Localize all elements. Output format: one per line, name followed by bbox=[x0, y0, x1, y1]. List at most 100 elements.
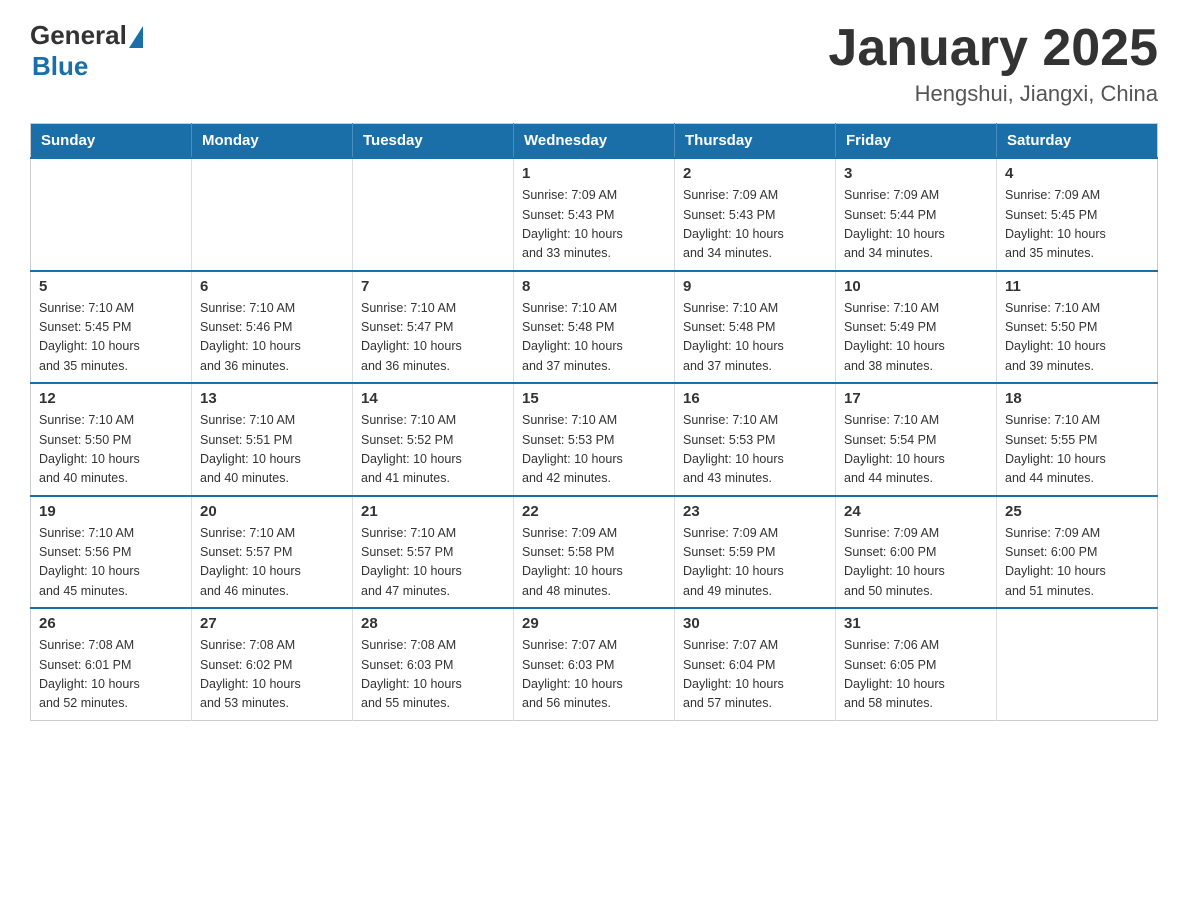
day-info: Sunrise: 7:08 AM Sunset: 6:01 PM Dayligh… bbox=[39, 636, 183, 714]
day-number: 5 bbox=[39, 278, 183, 295]
day-info: Sunrise: 7:09 AM Sunset: 5:45 PM Dayligh… bbox=[1005, 186, 1149, 264]
day-info: Sunrise: 7:09 AM Sunset: 5:44 PM Dayligh… bbox=[844, 186, 988, 264]
day-info: Sunrise: 7:10 AM Sunset: 5:46 PM Dayligh… bbox=[200, 299, 344, 377]
calendar-header-thursday: Thursday bbox=[675, 124, 836, 159]
day-info: Sunrise: 7:10 AM Sunset: 5:57 PM Dayligh… bbox=[361, 524, 505, 602]
calendar-cell: 23 Sunrise: 7:09 AM Sunset: 5:59 PM Dayli… bbox=[675, 496, 836, 609]
day-number: 30 bbox=[683, 615, 827, 632]
day-number: 12 bbox=[39, 390, 183, 407]
day-number: 7 bbox=[361, 278, 505, 295]
day-info: Sunrise: 7:10 AM Sunset: 5:53 PM Dayligh… bbox=[683, 411, 827, 489]
day-info: Sunrise: 7:10 AM Sunset: 5:54 PM Dayligh… bbox=[844, 411, 988, 489]
day-number: 1 bbox=[522, 165, 666, 182]
calendar-cell: 5 Sunrise: 7:10 AM Sunset: 5:45 PM Daylig… bbox=[31, 271, 192, 384]
day-number: 19 bbox=[39, 503, 183, 520]
calendar-cell: 31Sunrise: 7:06 AM Sunset: 6:05 PM Dayli… bbox=[836, 608, 997, 720]
day-info: Sunrise: 7:09 AM Sunset: 5:43 PM Dayligh… bbox=[522, 186, 666, 264]
day-info: Sunrise: 7:09 AM Sunset: 6:00 PM Dayligh… bbox=[1005, 524, 1149, 602]
calendar-header-tuesday: Tuesday bbox=[353, 124, 514, 159]
title-area: January 2025 Hengshui, Jiangxi, China bbox=[828, 20, 1158, 107]
calendar-cell: 19 Sunrise: 7:10 AM Sunset: 5:56 PM Dayli… bbox=[31, 496, 192, 609]
day-number: 26 bbox=[39, 615, 183, 632]
logo-blue-text: Blue bbox=[32, 51, 88, 82]
day-number: 24 bbox=[844, 503, 988, 520]
logo-triangle-icon bbox=[129, 26, 143, 48]
day-info: Sunrise: 7:07 AM Sunset: 6:04 PM Dayligh… bbox=[683, 636, 827, 714]
day-number: 22 bbox=[522, 503, 666, 520]
day-number: 18 bbox=[1005, 390, 1149, 407]
day-number: 31 bbox=[844, 615, 988, 632]
calendar-title: January 2025 bbox=[828, 20, 1158, 77]
day-info: Sunrise: 7:10 AM Sunset: 5:50 PM Dayligh… bbox=[39, 411, 183, 489]
day-info: Sunrise: 7:09 AM Sunset: 6:00 PM Dayligh… bbox=[844, 524, 988, 602]
calendar-cell: 1 Sunrise: 7:09 AM Sunset: 5:43 PM Daylig… bbox=[514, 158, 675, 271]
day-number: 4 bbox=[1005, 165, 1149, 182]
day-info: Sunrise: 7:10 AM Sunset: 5:51 PM Dayligh… bbox=[200, 411, 344, 489]
calendar-cell: 14 Sunrise: 7:10 AM Sunset: 5:52 PM Dayli… bbox=[353, 383, 514, 496]
calendar-cell bbox=[353, 158, 514, 271]
calendar-cell: 26 Sunrise: 7:08 AM Sunset: 6:01 PM Dayli… bbox=[31, 608, 192, 720]
calendar-cell: 12 Sunrise: 7:10 AM Sunset: 5:50 PM Dayli… bbox=[31, 383, 192, 496]
day-info: Sunrise: 7:08 AM Sunset: 6:02 PM Dayligh… bbox=[200, 636, 344, 714]
day-info: Sunrise: 7:10 AM Sunset: 5:57 PM Dayligh… bbox=[200, 524, 344, 602]
day-number: 17 bbox=[844, 390, 988, 407]
calendar-header-friday: Friday bbox=[836, 124, 997, 159]
calendar-cell: 11Sunrise: 7:10 AM Sunset: 5:50 PM Dayli… bbox=[997, 271, 1158, 384]
calendar-week-5: 26 Sunrise: 7:08 AM Sunset: 6:01 PM Dayli… bbox=[31, 608, 1158, 720]
day-number: 23 bbox=[683, 503, 827, 520]
calendar-cell: 27 Sunrise: 7:08 AM Sunset: 6:02 PM Dayli… bbox=[192, 608, 353, 720]
calendar-subtitle: Hengshui, Jiangxi, China bbox=[828, 81, 1158, 107]
calendar-header-monday: Monday bbox=[192, 124, 353, 159]
day-info: Sunrise: 7:10 AM Sunset: 5:56 PM Dayligh… bbox=[39, 524, 183, 602]
calendar-cell bbox=[192, 158, 353, 271]
calendar-week-2: 5 Sunrise: 7:10 AM Sunset: 5:45 PM Daylig… bbox=[31, 271, 1158, 384]
day-info: Sunrise: 7:10 AM Sunset: 5:50 PM Dayligh… bbox=[1005, 299, 1149, 377]
day-number: 20 bbox=[200, 503, 344, 520]
page-header: General Blue January 2025 Hengshui, Jian… bbox=[30, 20, 1158, 107]
calendar-cell: 8Sunrise: 7:10 AM Sunset: 5:48 PM Daylig… bbox=[514, 271, 675, 384]
day-number: 16 bbox=[683, 390, 827, 407]
calendar-header-row: SundayMondayTuesdayWednesdayThursdayFrid… bbox=[31, 124, 1158, 159]
calendar-cell: 4 Sunrise: 7:09 AM Sunset: 5:45 PM Daylig… bbox=[997, 158, 1158, 271]
day-info: Sunrise: 7:10 AM Sunset: 5:45 PM Dayligh… bbox=[39, 299, 183, 377]
day-info: Sunrise: 7:10 AM Sunset: 5:48 PM Dayligh… bbox=[683, 299, 827, 377]
day-info: Sunrise: 7:10 AM Sunset: 5:52 PM Dayligh… bbox=[361, 411, 505, 489]
calendar-cell: 29 Sunrise: 7:07 AM Sunset: 6:03 PM Dayli… bbox=[514, 608, 675, 720]
calendar-cell: 22 Sunrise: 7:09 AM Sunset: 5:58 PM Dayli… bbox=[514, 496, 675, 609]
day-number: 13 bbox=[200, 390, 344, 407]
day-info: Sunrise: 7:08 AM Sunset: 6:03 PM Dayligh… bbox=[361, 636, 505, 714]
day-number: 25 bbox=[1005, 503, 1149, 520]
day-number: 21 bbox=[361, 503, 505, 520]
day-number: 14 bbox=[361, 390, 505, 407]
calendar-cell: 2Sunrise: 7:09 AM Sunset: 5:43 PM Daylig… bbox=[675, 158, 836, 271]
day-info: Sunrise: 7:09 AM Sunset: 5:58 PM Dayligh… bbox=[522, 524, 666, 602]
calendar-week-1: 1 Sunrise: 7:09 AM Sunset: 5:43 PM Daylig… bbox=[31, 158, 1158, 271]
day-info: Sunrise: 7:10 AM Sunset: 5:49 PM Dayligh… bbox=[844, 299, 988, 377]
calendar-table: SundayMondayTuesdayWednesdayThursdayFrid… bbox=[30, 123, 1158, 721]
logo: General Blue bbox=[30, 20, 143, 82]
day-number: 9 bbox=[683, 278, 827, 295]
calendar-week-3: 12 Sunrise: 7:10 AM Sunset: 5:50 PM Dayli… bbox=[31, 383, 1158, 496]
calendar-cell: 16 Sunrise: 7:10 AM Sunset: 5:53 PM Dayli… bbox=[675, 383, 836, 496]
day-info: Sunrise: 7:07 AM Sunset: 6:03 PM Dayligh… bbox=[522, 636, 666, 714]
day-number: 6 bbox=[200, 278, 344, 295]
calendar-cell: 7 Sunrise: 7:10 AM Sunset: 5:47 PM Daylig… bbox=[353, 271, 514, 384]
calendar-cell bbox=[997, 608, 1158, 720]
calendar-cell: 3 Sunrise: 7:09 AM Sunset: 5:44 PM Daylig… bbox=[836, 158, 997, 271]
day-number: 29 bbox=[522, 615, 666, 632]
calendar-cell: 15Sunrise: 7:10 AM Sunset: 5:53 PM Dayli… bbox=[514, 383, 675, 496]
calendar-cell: 18 Sunrise: 7:10 AM Sunset: 5:55 PM Dayli… bbox=[997, 383, 1158, 496]
calendar-cell: 21 Sunrise: 7:10 AM Sunset: 5:57 PM Dayli… bbox=[353, 496, 514, 609]
day-info: Sunrise: 7:10 AM Sunset: 5:47 PM Dayligh… bbox=[361, 299, 505, 377]
day-number: 27 bbox=[200, 615, 344, 632]
calendar-cell: 9 Sunrise: 7:10 AM Sunset: 5:48 PM Daylig… bbox=[675, 271, 836, 384]
calendar-week-4: 19 Sunrise: 7:10 AM Sunset: 5:56 PM Dayli… bbox=[31, 496, 1158, 609]
calendar-cell: 24 Sunrise: 7:09 AM Sunset: 6:00 PM Dayli… bbox=[836, 496, 997, 609]
calendar-cell: 20 Sunrise: 7:10 AM Sunset: 5:57 PM Dayli… bbox=[192, 496, 353, 609]
day-info: Sunrise: 7:10 AM Sunset: 5:48 PM Dayligh… bbox=[522, 299, 666, 377]
calendar-header-wednesday: Wednesday bbox=[514, 124, 675, 159]
day-info: Sunrise: 7:09 AM Sunset: 5:59 PM Dayligh… bbox=[683, 524, 827, 602]
day-info: Sunrise: 7:10 AM Sunset: 5:55 PM Dayligh… bbox=[1005, 411, 1149, 489]
calendar-header-saturday: Saturday bbox=[997, 124, 1158, 159]
day-number: 3 bbox=[844, 165, 988, 182]
